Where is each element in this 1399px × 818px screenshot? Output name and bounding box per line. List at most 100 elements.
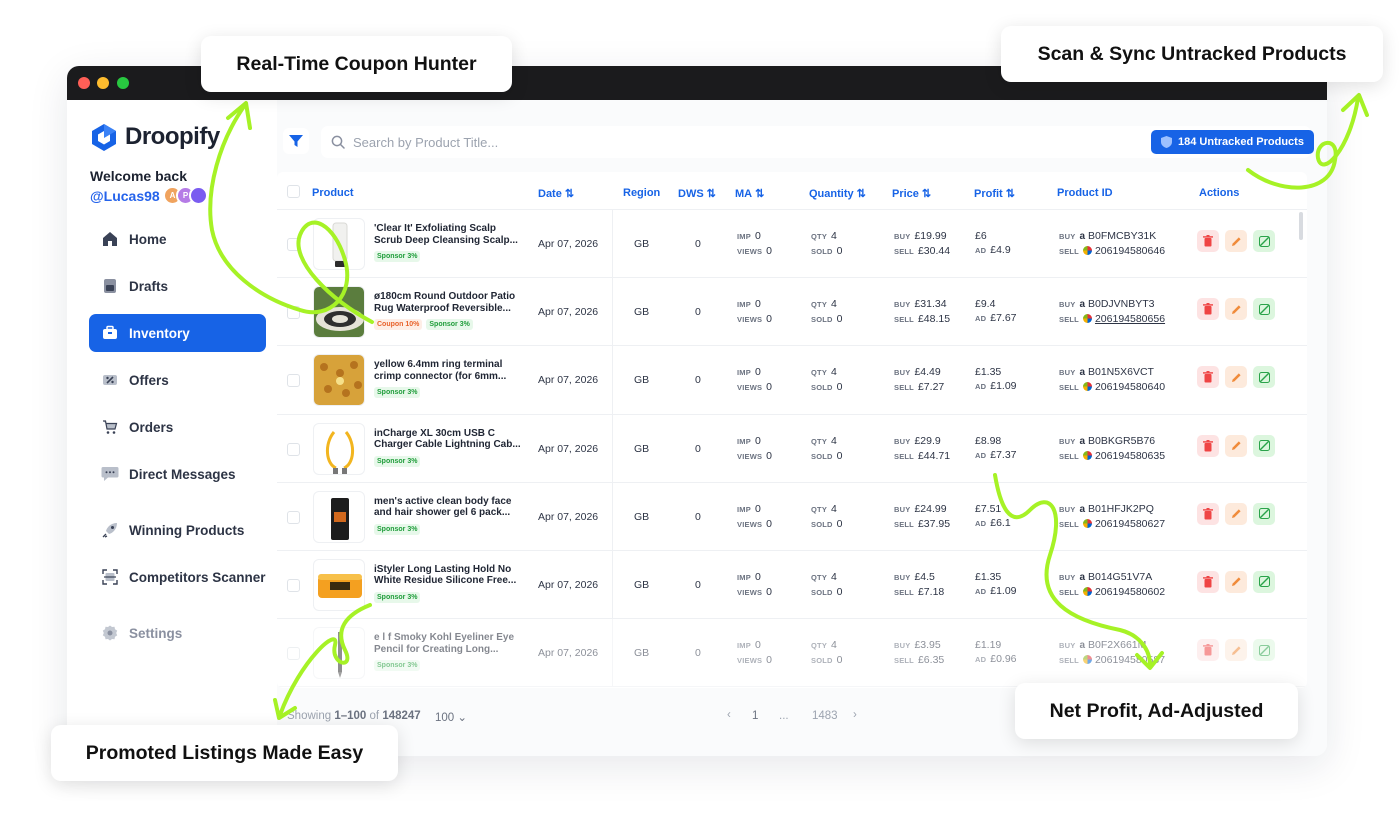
product-thumbnail[interactable]	[313, 354, 365, 407]
product-thumbnail[interactable]	[313, 490, 365, 543]
row-checkbox[interactable]	[287, 374, 300, 388]
product-thumbnail[interactable]	[313, 286, 365, 339]
logo[interactable]: Droopify	[89, 122, 220, 152]
sidebar-item-home[interactable]: Home	[89, 220, 266, 258]
col-price[interactable]: Price ⇅	[892, 187, 931, 201]
row-checkbox[interactable]	[287, 647, 300, 661]
product-title[interactable]: yellow 6.4mm ring terminal crimp connect…	[374, 359, 522, 382]
row-checkbox[interactable]	[287, 578, 300, 592]
sponsor-badge[interactable]: Sponsor 3%	[374, 591, 421, 603]
untrack-button[interactable]	[1253, 298, 1275, 321]
prev-page-button[interactable]: ‹	[727, 709, 731, 721]
untrack-button[interactable]	[1253, 230, 1275, 252]
delete-button[interactable]	[1197, 298, 1219, 321]
edit-button[interactable]	[1225, 502, 1247, 525]
search-input[interactable]: Search by Product Title...	[353, 135, 498, 150]
asin-link[interactable]: B0BKGR5B76	[1088, 435, 1155, 447]
ebay-id-link[interactable]: 206194580602	[1095, 586, 1165, 598]
table-row[interactable]: 'Clear It' Exfoliating Scalp Scrub Deep …	[277, 210, 1307, 279]
ebay-id-link[interactable]: 206194580627	[1095, 518, 1165, 530]
col-ma[interactable]: MA ⇅	[735, 187, 764, 201]
sidebar-item-settings[interactable]: Settings	[89, 614, 266, 652]
product-title[interactable]: e l f Smoky Kohl Eyeliner Eye Pencil for…	[374, 632, 522, 655]
delete-button[interactable]	[1197, 639, 1219, 662]
sponsor-badge[interactable]: Sponsor 3%	[374, 523, 421, 535]
untrack-button[interactable]	[1253, 366, 1275, 389]
table-row[interactable]: yellow 6.4mm ring terminal crimp connect…	[277, 346, 1307, 415]
sidebar-item-winning-products[interactable]: Winning Products	[89, 511, 266, 549]
minimize-window-button[interactable]	[97, 77, 109, 89]
per-page-select[interactable]: 100 ⌄	[435, 710, 467, 724]
col-profit[interactable]: Profit ⇅	[974, 187, 1015, 201]
ebay-id-link[interactable]: 206194580646	[1095, 245, 1165, 257]
maximize-window-button[interactable]	[117, 77, 129, 89]
asin-link[interactable]: B0FMCBY31K	[1088, 230, 1156, 242]
product-title[interactable]: iStyler Long Lasting Hold No White Resid…	[374, 564, 522, 587]
product-thumbnail[interactable]	[313, 422, 365, 475]
sidebar-item-drafts[interactable]: Drafts	[89, 267, 266, 305]
edit-button[interactable]	[1225, 570, 1247, 593]
sidebar-item-competitors-scanner[interactable]: Competitors Scanner	[89, 558, 266, 596]
sidebar-item-orders[interactable]: Orders	[89, 408, 266, 446]
next-page-button[interactable]: ›	[853, 709, 857, 721]
sponsor-badge[interactable]: Sponsor 3%	[374, 660, 421, 672]
edit-button[interactable]	[1225, 230, 1247, 252]
product-thumbnail[interactable]	[313, 218, 365, 270]
sponsor-badge[interactable]: Sponsor 3%	[374, 251, 421, 262]
username[interactable]: @Lucas98	[90, 188, 160, 204]
product-thumbnail[interactable]	[313, 558, 365, 611]
row-checkbox[interactable]	[287, 510, 300, 524]
edit-button[interactable]	[1225, 639, 1247, 662]
table-row[interactable]: ø180cm Round Outdoor Patio Rug Waterproo…	[277, 278, 1307, 347]
ebay-id-link[interactable]: 206194580635	[1095, 450, 1165, 462]
sponsor-badge[interactable]: Sponsor 3%	[374, 387, 421, 399]
sidebar-item-inventory[interactable]: Inventory	[89, 314, 266, 352]
row-checkbox[interactable]	[287, 238, 300, 251]
untracked-products-button[interactable]: 184 Untracked Products	[1151, 130, 1314, 154]
col-dws[interactable]: DWS ⇅	[678, 187, 716, 201]
untrack-button[interactable]	[1253, 502, 1275, 525]
untrack-button[interactable]	[1253, 434, 1275, 457]
delete-button[interactable]	[1197, 230, 1219, 252]
account-avatars[interactable]: A P	[163, 186, 208, 205]
close-window-button[interactable]	[78, 77, 90, 89]
asin-link[interactable]: B0DJVNBYT3	[1088, 298, 1155, 310]
edit-button[interactable]	[1225, 366, 1247, 389]
select-all-checkbox[interactable]	[287, 185, 300, 198]
delete-button[interactable]	[1197, 434, 1219, 457]
asin-link[interactable]: B01N5X6VCT	[1088, 366, 1154, 378]
product-title[interactable]: men's active clean body face and hair sh…	[374, 496, 522, 519]
delete-button[interactable]	[1197, 366, 1219, 389]
product-thumbnail[interactable]	[313, 627, 365, 680]
untrack-button[interactable]	[1253, 570, 1275, 593]
sidebar-item-direct-messages[interactable]: Direct Messages	[89, 455, 266, 493]
page-last[interactable]: 1483	[812, 710, 838, 722]
sponsor-badge[interactable]: Sponsor 3%	[374, 455, 421, 467]
col-quantity[interactable]: Quantity ⇅	[809, 187, 866, 201]
untrack-button[interactable]	[1253, 639, 1275, 662]
asin-link[interactable]: B0F2X661M	[1088, 639, 1146, 651]
edit-button[interactable]	[1225, 298, 1247, 321]
product-title[interactable]: inCharge XL 30cm USB C Charger Cable Lig…	[374, 428, 522, 451]
table-row[interactable]: men's active clean body face and hair sh…	[277, 482, 1307, 551]
product-title[interactable]: ø180cm Round Outdoor Patio Rug Waterproo…	[374, 291, 522, 314]
ebay-id-link[interactable]: 206194580587	[1095, 654, 1165, 666]
scrollbar[interactable]	[1299, 212, 1303, 240]
ebay-id-link[interactable]: 206194580640	[1095, 381, 1165, 393]
col-product[interactable]: Product	[312, 187, 354, 199]
product-title[interactable]: 'Clear It' Exfoliating Scalp Scrub Deep …	[374, 223, 522, 246]
asin-link[interactable]: B014G51V7A	[1088, 571, 1152, 583]
col-region[interactable]: Region	[623, 187, 660, 199]
ebay-id-link[interactable]: 206194580656	[1095, 313, 1165, 325]
col-date[interactable]: Date ⇅	[538, 187, 574, 201]
row-checkbox[interactable]	[287, 306, 300, 320]
table-row[interactable]: inCharge XL 30cm USB C Charger Cable Lig…	[277, 414, 1307, 483]
page-current[interactable]: 1	[752, 710, 758, 722]
table-row[interactable]: e l f Smoky Kohl Eyeliner Eye Pencil for…	[277, 619, 1307, 688]
delete-button[interactable]	[1197, 570, 1219, 593]
table-row[interactable]: iStyler Long Lasting Hold No White Resid…	[277, 550, 1307, 620]
delete-button[interactable]	[1197, 502, 1219, 525]
edit-button[interactable]	[1225, 434, 1247, 457]
row-checkbox[interactable]	[287, 442, 300, 456]
col-product-id[interactable]: Product ID	[1057, 187, 1113, 199]
